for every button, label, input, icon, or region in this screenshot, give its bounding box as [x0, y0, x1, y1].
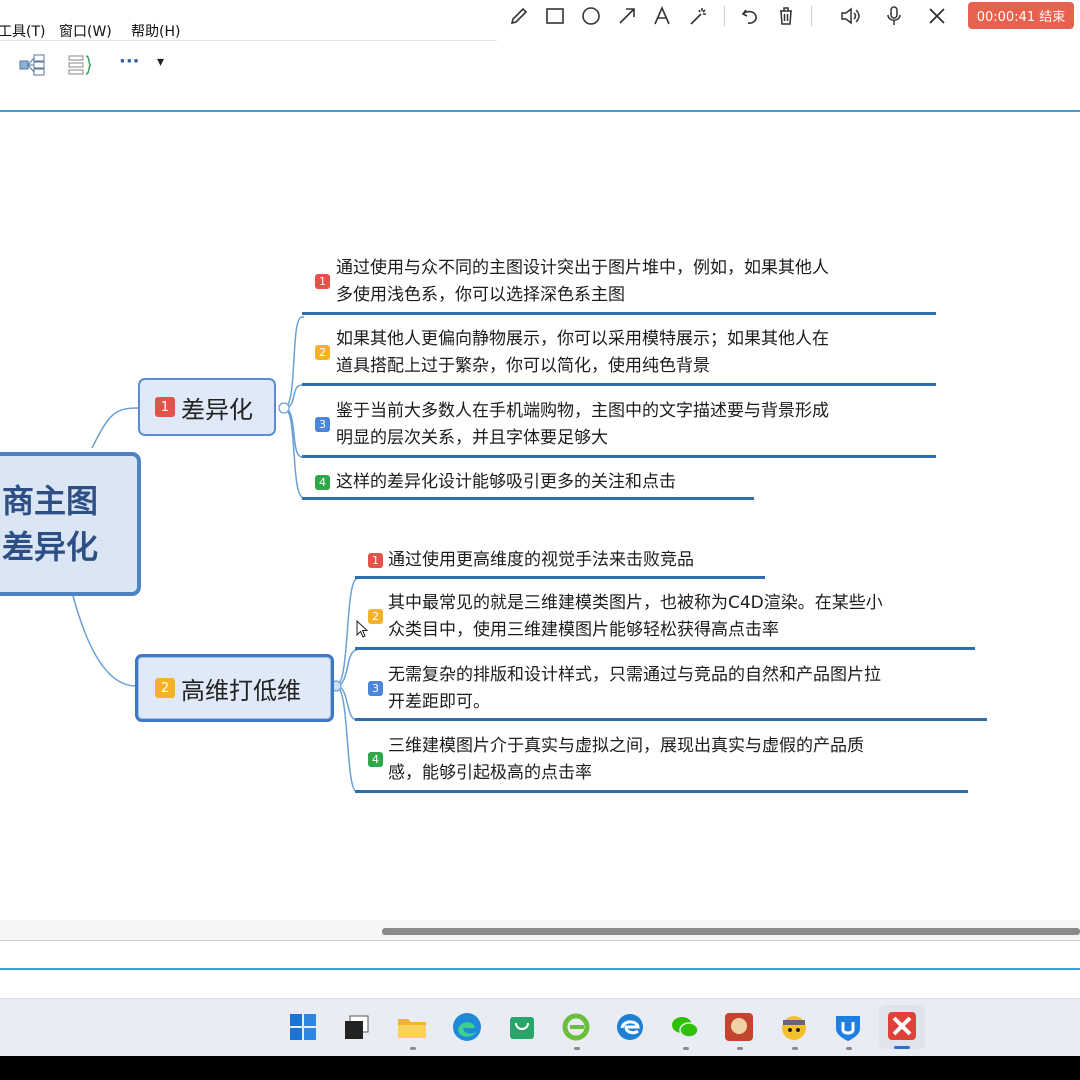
active-indicator: [894, 1046, 910, 1049]
item-underline: [302, 383, 936, 386]
menu-window[interactable]: 窗口(W): [59, 21, 112, 41]
running-indicator: [846, 1047, 852, 1050]
running-indicator: [737, 1047, 743, 1050]
item-line: 如果其他人更偏向静物展示，你可以采用模特展示；如果其他人在: [336, 329, 829, 349]
menu-help[interactable]: 帮助(H): [131, 21, 180, 41]
wechat-icon[interactable]: [669, 1011, 701, 1043]
item-line: 三维建模图片介于真实与虚拟之间，展现出真实与虚假的产品质: [388, 736, 864, 756]
status-bar: [0, 941, 1080, 968]
item-line: 明显的层次关系，并且字体要足够大: [336, 428, 608, 448]
menu-bar: 工具(T) 窗口(W) 帮助(H): [0, 0, 497, 41]
item-line: 无需复杂的排版和设计样式，只需通过与竞品的自然和产品图片拉: [388, 665, 881, 685]
more-icon[interactable]: ···: [119, 51, 140, 72]
item-line: 鉴于当前大多数人在手机端购物，主图中的文字描述要与背景形成: [336, 401, 829, 421]
item-line: 通过使用与众不同的主图设计突出于图片堆中，例如，如果其他人: [336, 258, 829, 278]
badge: 2: [315, 345, 330, 360]
screen-border: [0, 1056, 1080, 1080]
speaker-icon[interactable]: [838, 3, 864, 29]
badge: 3: [368, 681, 383, 696]
text-icon[interactable]: [649, 3, 675, 29]
badge: 1: [155, 397, 175, 417]
item-line: 道具搭配上过于繁杂，你可以简化，使用纯色背景: [336, 356, 710, 376]
shield-app-icon[interactable]: [832, 1011, 864, 1043]
item-underline: [355, 576, 765, 579]
item-line: 通过使用更高维度的视觉手法来击败竞品: [388, 550, 694, 570]
pencil-icon[interactable]: [506, 3, 532, 29]
badge: 3: [315, 417, 330, 432]
running-indicator: [792, 1047, 798, 1050]
microphone-icon[interactable]: [881, 3, 907, 29]
item-underline: [355, 790, 968, 793]
running-indicator: [410, 1047, 416, 1050]
start-icon[interactable]: [287, 1011, 319, 1043]
circle-icon[interactable]: [578, 3, 604, 29]
item-underline: [302, 455, 936, 458]
badge: 4: [315, 475, 330, 490]
toolbar: ··· ▾: [0, 42, 1080, 90]
horizontal-scrollbar[interactable]: [382, 928, 1080, 935]
mindmap-structure-icon[interactable]: [19, 54, 45, 80]
task-view-icon[interactable]: [341, 1011, 373, 1043]
app-icon[interactable]: [723, 1011, 755, 1043]
root-topic-line1: 商主图: [2, 482, 99, 520]
naruto-app-icon[interactable]: [778, 1011, 810, 1043]
chevron-down-icon[interactable]: ▾: [157, 54, 164, 70]
window-bottom: [0, 970, 1080, 998]
outline-icon[interactable]: [67, 54, 93, 80]
item-line: 其中最常见的就是三维建模类图片，也被称为C4D渲染。在某些小: [388, 593, 883, 613]
item-underline: [302, 312, 936, 315]
running-indicator: [574, 1047, 580, 1050]
running-indicator: [683, 1047, 689, 1050]
item-line: 感，能够引起极高的点击率: [388, 763, 592, 783]
close-icon[interactable]: [924, 3, 950, 29]
ie-icon[interactable]: [560, 1011, 592, 1043]
edge-icon[interactable]: [451, 1011, 483, 1043]
mouse-cursor-icon: [356, 619, 370, 644]
branch-label: 差异化: [181, 395, 253, 424]
badge: 2: [155, 678, 175, 698]
item-line: 众类目中，使用三维建模图片能够轻松获得高点击率: [388, 620, 779, 640]
annotation-toolbar: 00:00:41 结束: [497, 0, 1080, 32]
edge-legacy-icon[interactable]: [614, 1011, 646, 1043]
menu-tools[interactable]: 工具(T): [0, 21, 45, 41]
recording-timer[interactable]: 00:00:41 结束: [968, 2, 1074, 29]
undo-icon[interactable]: [737, 3, 763, 29]
item-underline: [302, 497, 754, 500]
branch-label: 高维打低维: [181, 676, 301, 705]
store-icon[interactable]: [506, 1011, 538, 1043]
arrow-icon[interactable]: [614, 3, 640, 29]
connector-lines: [71, 316, 358, 793]
item-line: 多使用浅色系，你可以选择深色系主图: [336, 285, 625, 305]
item-line: 这样的差异化设计能够吸引更多的关注和点击: [336, 472, 676, 492]
root-topic-line2: 差异化: [2, 528, 99, 566]
divider: [811, 6, 812, 26]
item-line: 开差距即可。: [388, 692, 490, 712]
branch-topic-high-dimension[interactable]: 2 高维打低维: [135, 654, 334, 722]
item-underline: [355, 718, 987, 721]
item-underline: [355, 647, 975, 650]
badge: 4: [368, 752, 383, 767]
badge: 2: [368, 609, 383, 624]
divider: [724, 6, 725, 26]
root-topic[interactable]: 商主图 差异化: [0, 452, 141, 596]
xmind-icon[interactable]: [879, 1005, 925, 1049]
badge: 1: [315, 274, 330, 289]
badge: 1: [368, 553, 383, 568]
file-explorer-icon[interactable]: [396, 1011, 428, 1043]
rectangle-icon[interactable]: [542, 3, 568, 29]
branch-topic-differentiation[interactable]: 1 差异化: [138, 378, 276, 436]
trash-icon[interactable]: [773, 3, 799, 29]
mindmap-canvas[interactable]: 商主图 差异化 1 差异化 1 通过使用与众不同的主图设计突出于图片堆中，例如，…: [0, 112, 1080, 920]
taskbar: [0, 998, 1080, 1057]
magic-wand-icon[interactable]: [685, 3, 711, 29]
